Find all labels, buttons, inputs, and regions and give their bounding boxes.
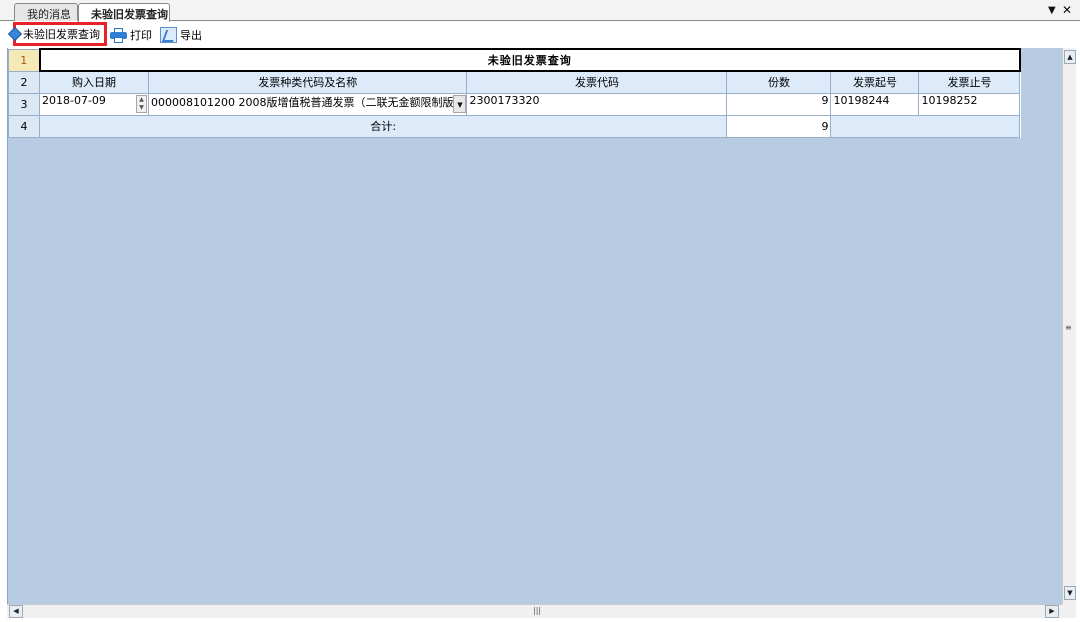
export-button[interactable]: 导出 (160, 25, 202, 45)
scroll-up-icon[interactable]: ▲ (1064, 50, 1076, 64)
scrollbar-corner (1062, 604, 1076, 618)
total-row: 4 合计: 9 (8, 114, 1021, 138)
scroll-right-icon[interactable]: ▶ (1045, 605, 1059, 618)
tab-my-messages[interactable]: 我的消息 (14, 3, 78, 21)
column-header-invoice-type: 发票种类代码及名称 (147, 70, 468, 94)
column-header-invoice-code: 发票代码 (466, 70, 728, 94)
total-count: 9 (726, 114, 832, 138)
column-header-start-number: 发票起号 (830, 70, 920, 94)
table-row: 3 2018-07-09 ▲ ▼ 000008101200 2008版增值税普通发… (8, 92, 1021, 116)
invoice-sheet: 1 未验旧发票查询 2 购入日期 发票种类代码及名称 发票代码 份数 发票起号 … (8, 48, 1021, 138)
start-number-cell[interactable]: 10198244 (830, 92, 920, 116)
invoice-code-cell[interactable]: 2300173320 (466, 92, 728, 116)
invoice-type-value: 000008101200 2008版增值税普通发票（二联无金额限制版） (151, 95, 465, 109)
row-header-2[interactable]: 2 (8, 70, 40, 94)
invoice-type-cell[interactable]: 000008101200 2008版增值税普通发票（二联无金额限制版） ▼ (147, 92, 468, 116)
toolbar: 未验旧发票查询 打印 导出 (0, 22, 1080, 47)
vertical-scrollbar[interactable]: ▲ ≡ ▼ (1062, 48, 1076, 604)
end-number-cell[interactable]: 10198252 (918, 92, 1021, 116)
column-header-count: 份数 (726, 70, 832, 94)
close-icon[interactable]: ✕ (1062, 3, 1072, 17)
total-label: 合计: (38, 114, 728, 138)
tab-list-dropdown-icon[interactable]: ▼ (1048, 5, 1056, 16)
printer-icon (110, 27, 127, 43)
spin-down-icon[interactable]: ▼ (137, 104, 146, 112)
spin-up-icon[interactable]: ▲ (137, 96, 146, 104)
tab-strip: 我的消息 未验旧发票查询 ▼ ✕ (0, 0, 1080, 22)
date-spinner[interactable]: ▲ ▼ (136, 94, 147, 113)
query-button-label: 未验旧发票查询 (23, 28, 100, 41)
export-icon (160, 27, 177, 43)
export-button-label: 导出 (180, 29, 202, 42)
total-blank-cell (830, 114, 1021, 138)
print-button[interactable]: 打印 (110, 25, 152, 45)
print-button-label: 打印 (130, 29, 152, 42)
count-cell[interactable]: 9 (726, 92, 832, 116)
row-header-3[interactable]: 3 (8, 92, 40, 116)
column-header-end-number: 发票止号 (918, 70, 1021, 94)
query-icon (7, 26, 23, 42)
scroll-down-icon[interactable]: ▼ (1064, 586, 1076, 600)
purchase-date-value: 2018-07-09 (42, 93, 106, 107)
scroll-grip-icon[interactable]: ≡ (1065, 323, 1072, 332)
tab-unverified-invoice-query[interactable]: 未验旧发票查询 (78, 3, 170, 22)
purchase-date-cell[interactable]: 2018-07-09 ▲ ▼ (39, 92, 149, 116)
scroll-left-icon[interactable]: ◀ (9, 605, 23, 618)
spreadsheet-area: 1 未验旧发票查询 2 购入日期 发票种类代码及名称 发票代码 份数 发票起号 … (7, 48, 1062, 604)
chevron-down-icon[interactable]: ▼ (453, 94, 466, 113)
horizontal-scrollbar[interactable]: ◀ ||| ▶ (7, 604, 1062, 618)
sheet-title: 未验旧发票查询 (38, 48, 1021, 72)
row-header-1[interactable]: 1 (8, 48, 40, 72)
row-header-4[interactable]: 4 (8, 114, 40, 138)
query-button[interactable]: 未验旧发票查询 (7, 22, 107, 46)
scroll-grip-icon[interactable]: ||| (533, 606, 541, 615)
column-header-purchase-date: 购入日期 (39, 70, 149, 94)
